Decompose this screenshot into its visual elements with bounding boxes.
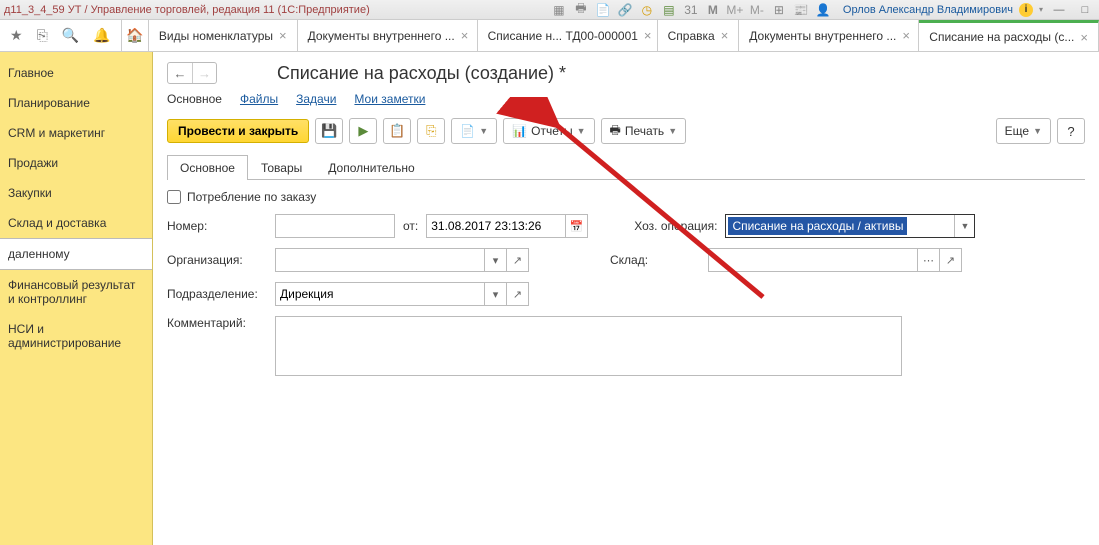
calc-icon[interactable]: ▤ — [661, 2, 677, 18]
org-label: Организация: — [167, 253, 267, 267]
tab-2[interactable]: Списание н... ТД00-000001× — [478, 20, 658, 51]
sidebar-item-finance[interactable]: Финансовый результат и контроллинг — [0, 270, 152, 314]
tab-4[interactable]: Документы внутреннего ...× — [739, 20, 919, 51]
ellipsis-icon[interactable]: ⋯ — [918, 248, 940, 272]
more-button[interactable]: Еще▼ — [996, 118, 1051, 144]
titlebar-icons: ▦ 🖶 📄 🔗 ◷ ▤ 31 M M+ M- ⊞ 📰 👤 Орлов Алекс… — [551, 2, 1095, 18]
close-icon[interactable]: × — [1080, 30, 1088, 45]
warehouse-input[interactable] — [708, 248, 918, 272]
info-icon[interactable]: i — [1019, 3, 1033, 17]
based-on-button[interactable]: 📄▼ — [451, 118, 497, 144]
star-icon[interactable]: ★ — [10, 27, 23, 44]
clock-icon[interactable]: ◷ — [639, 2, 655, 18]
chevron-down-icon[interactable]: ▾ — [485, 248, 507, 272]
date-input[interactable] — [426, 214, 566, 238]
forward-button[interactable]: → — [192, 63, 216, 83]
sidebar-item-purchases[interactable]: Закупки — [0, 178, 152, 208]
comment-label: Комментарий: — [167, 316, 267, 330]
tab-1[interactable]: Документы внутреннего ...× — [298, 20, 478, 51]
calendar-icon[interactable]: 31 — [683, 2, 699, 18]
sidebar: Главное Планирование CRM и маркетинг Про… — [0, 52, 153, 545]
toolbar: Провести и закрыть 💾 ▶ 📋 ⎘ 📄▼ 📊Отчеты▼ 🖶… — [167, 118, 1085, 144]
bell-icon[interactable]: 🔔 — [93, 27, 110, 44]
title-bar: д11_3_4_59 УТ / Управление торговлей, ре… — [0, 0, 1099, 20]
tab-5[interactable]: Списание на расходы (с...× — [919, 20, 1099, 51]
back-button[interactable]: ← — [168, 63, 192, 83]
consume-by-order-checkbox[interactable] — [167, 190, 181, 204]
formtab-main[interactable]: Основное — [167, 155, 248, 180]
print-icon[interactable]: 🖶 — [573, 2, 589, 18]
sidebar-item-warehouse[interactable]: Склад и доставка — [0, 208, 152, 238]
consume-by-order-label: Потребление по заказу — [187, 190, 316, 204]
subnav-tasks[interactable]: Задачи — [296, 92, 336, 106]
structure-button[interactable]: ⎘ — [417, 118, 445, 144]
home-tab[interactable]: 🏠 — [121, 20, 149, 51]
grid-icon[interactable]: ▦ — [551, 2, 567, 18]
tab-bar: ★ ⎘ 🔍 🔔 🏠 Виды номенклатуры× Документы в… — [0, 20, 1099, 52]
sidebar-item-planning[interactable]: Планирование — [0, 88, 152, 118]
calendar-icon[interactable]: 📅 — [566, 214, 588, 238]
print-button[interactable]: 🖶Печать▼ — [601, 118, 687, 144]
number-label: Номер: — [167, 219, 267, 233]
warehouse-label: Склад: — [610, 253, 700, 267]
number-input[interactable] — [275, 214, 395, 238]
sidebar-item-sales[interactable]: Продажи — [0, 148, 152, 178]
search-icon[interactable]: 🔍 — [62, 27, 79, 44]
nav-arrows: ← → — [167, 62, 217, 84]
sub-nav: Основное Файлы Задачи Мои заметки — [167, 92, 1085, 106]
user-icon: 👤 — [815, 2, 831, 18]
open-icon[interactable]: ↗ — [507, 248, 529, 272]
from-label: от: — [403, 219, 418, 233]
formtab-extra[interactable]: Дополнительно — [315, 155, 427, 180]
operation-label: Хоз. операция: — [634, 219, 717, 233]
m-minus-icon[interactable]: M- — [749, 2, 765, 18]
form-tabs: Основное Товары Дополнительно — [167, 154, 1085, 180]
link-icon[interactable]: 🔗 — [617, 2, 633, 18]
news-icon[interactable]: 📰 — [793, 2, 809, 18]
sidebar-item-crm[interactable]: CRM и маркетинг — [0, 118, 152, 148]
post-and-close-button[interactable]: Провести и закрыть — [167, 119, 309, 143]
dept-input[interactable] — [275, 282, 485, 306]
user-name[interactable]: Орлов Александр Владимирович — [843, 4, 1013, 16]
m-clear-icon[interactable]: M — [705, 2, 721, 18]
tab-3[interactable]: Справка× — [658, 20, 740, 51]
chevron-down-icon[interactable]: ▼ — [954, 215, 974, 237]
pin-icon[interactable]: ⎘ — [37, 27, 48, 44]
close-icon[interactable]: × — [644, 28, 652, 43]
subnav-main[interactable]: Основное — [167, 92, 222, 106]
sidebar-item-admin[interactable]: НСИ и администрирование — [0, 314, 152, 358]
close-icon[interactable]: × — [279, 28, 287, 43]
operation-value: Списание на расходы / активы — [728, 217, 907, 235]
help-button[interactable]: ? — [1057, 118, 1085, 144]
page-title: Списание на расходы (создание) * — [277, 63, 566, 84]
close-icon[interactable]: × — [721, 28, 729, 43]
save-button[interactable]: 💾 — [315, 118, 343, 144]
formtab-goods[interactable]: Товары — [248, 155, 315, 180]
subnav-files[interactable]: Файлы — [240, 92, 278, 106]
system-icons: ★ ⎘ 🔍 🔔 — [0, 20, 121, 51]
open-icon[interactable]: ↗ — [940, 248, 962, 272]
dept-label: Подразделение: — [167, 287, 267, 301]
copy-button[interactable]: 📋 — [383, 118, 411, 144]
tab-0[interactable]: Виды номенклатуры× — [149, 20, 298, 51]
comment-textarea[interactable] — [275, 316, 902, 376]
doc-icon[interactable]: 📄 — [595, 2, 611, 18]
close-icon[interactable]: × — [461, 28, 469, 43]
org-input[interactable] — [275, 248, 485, 272]
maximize-button[interactable]: □ — [1075, 4, 1095, 16]
app-title: д11_3_4_59 УТ / Управление торговлей, ре… — [4, 4, 551, 16]
content-area: ← → Списание на расходы (создание) * Осн… — [153, 52, 1099, 545]
minimize-button[interactable]: — — [1049, 4, 1069, 16]
operation-select[interactable]: Списание на расходы / активы ▼ — [725, 214, 975, 238]
sidebar-item-main[interactable]: Главное — [0, 58, 152, 88]
close-icon[interactable]: × — [902, 28, 910, 43]
post-button[interactable]: ▶ — [349, 118, 377, 144]
open-icon[interactable]: ↗ — [507, 282, 529, 306]
reports-button[interactable]: 📊Отчеты▼ — [503, 118, 594, 144]
sidebar-item-remote[interactable]: даленному — [0, 238, 152, 270]
subnav-notes[interactable]: Мои заметки — [354, 92, 425, 106]
m-plus-icon[interactable]: M+ — [727, 2, 743, 18]
chevron-down-icon[interactable]: ▾ — [485, 282, 507, 306]
box-icon[interactable]: ⊞ — [771, 2, 787, 18]
